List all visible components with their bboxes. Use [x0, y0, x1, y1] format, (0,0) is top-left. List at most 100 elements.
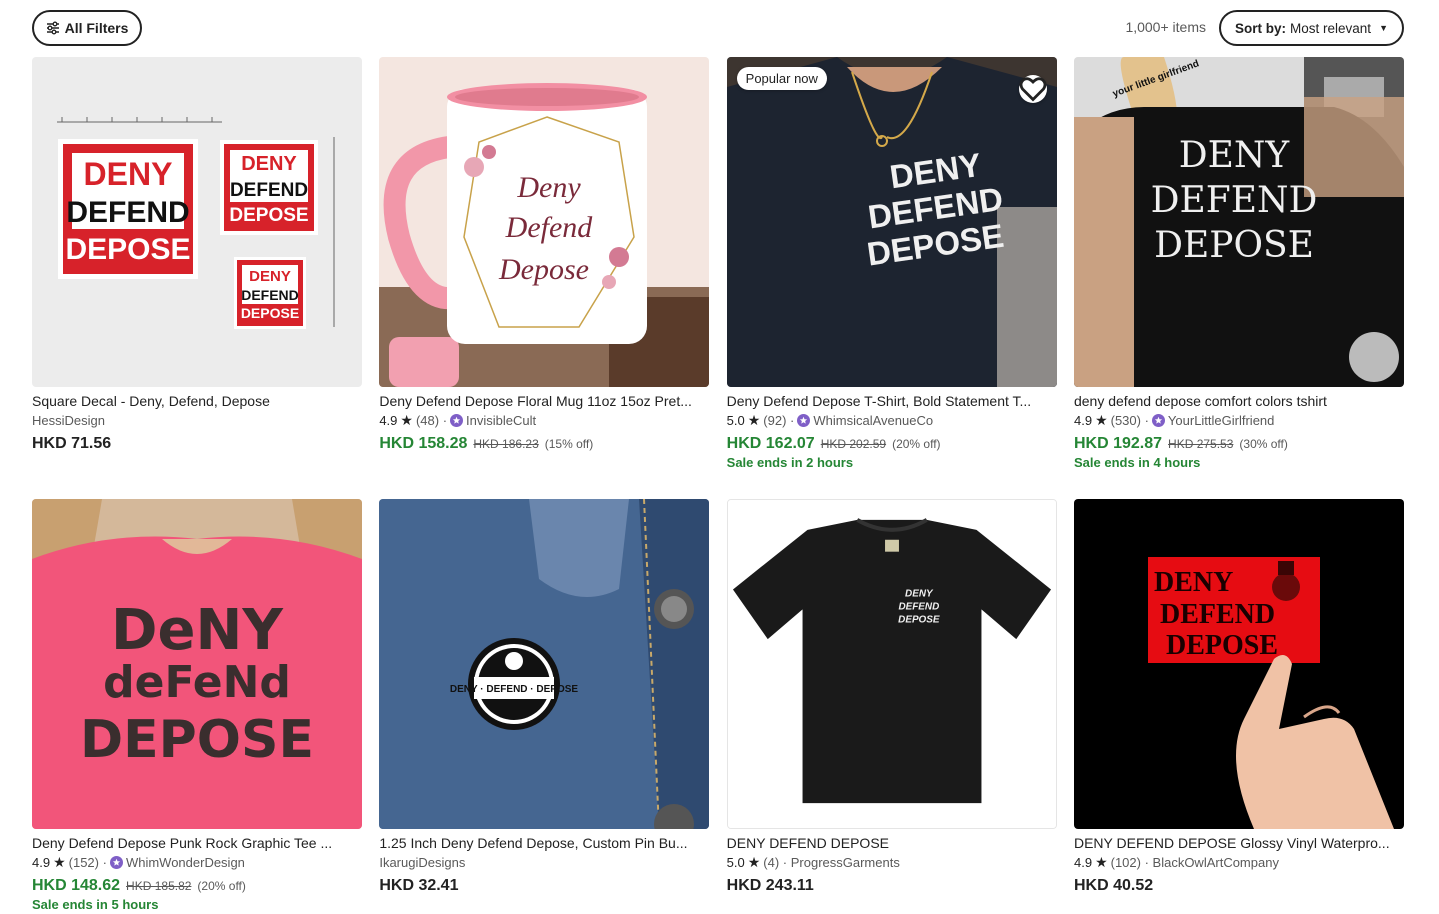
star-icon: ★ — [1095, 854, 1108, 870]
shop-name[interactable]: YourLittleGirlfriend — [1168, 412, 1274, 429]
listing-card[interactable]: DENY DEFEND DEPOSE DENY DEFEND DEPOSE 5.… — [726, 499, 1057, 914]
listing-title[interactable]: 1.25 Inch Deny Defend Depose, Custom Pin… — [379, 834, 709, 852]
sticker-text-2: DEFEND — [1160, 599, 1275, 630]
price-row: HKD 158.28 HKD 186.23 (15% off) — [379, 435, 709, 453]
favorite-heart-icon[interactable] — [1018, 75, 1047, 103]
comfort-text-3: DEPOSE — [1154, 225, 1314, 266]
listing-meta: 4.9 ★ (102) · BlackOwlArtCompany — [1074, 854, 1404, 871]
price: HKD 71.56 — [32, 435, 112, 452]
review-count: (152) · — [68, 855, 107, 870]
price-row: HKD 71.56 — [32, 435, 362, 453]
star-icon: ★ — [747, 854, 761, 870]
listing-grid: DENY DEFEND DEPOSE DENY DEFEND DEPOSE DE… — [32, 57, 1404, 914]
punk-text-2: deFeNd — [103, 657, 291, 708]
svg-text:DEFEND: DEFEND — [241, 287, 299, 303]
review-count: (92) · — [763, 413, 795, 428]
plain-tee-text-3: DEPOSE — [898, 614, 940, 625]
pin-text: DENY · DEFEND · DEPOSE — [450, 684, 578, 695]
listing-card[interactable]: your little girlfriend DENY DEFEND DEPOS… — [1073, 57, 1404, 499]
plain-tee-text-1: DENY — [905, 588, 934, 599]
all-filters-label: All Filters — [64, 20, 129, 36]
all-filters-button[interactable]: All Filters — [32, 10, 142, 46]
price-row: HKD 40.52 — [1074, 877, 1404, 895]
toolbar: All Filters 1,000+ items Sort by: Most r… — [32, 10, 1404, 46]
listing-image[interactable]: DENY · DEFEND · DEPOSE — [379, 499, 710, 829]
sort-value: Most relevant — [1290, 20, 1372, 36]
listing-meta: 4.9 ★ (530) · YourLittleGirlfriend — [1074, 412, 1404, 429]
price-row: HKD 192.87 HKD 275.53 (30% off) — [1074, 435, 1404, 453]
svg-text:DEFEND: DEFEND — [230, 180, 308, 201]
listing-image[interactable]: DeNY deFeNd DEPOSE — [32, 499, 362, 829]
decal-text-1: DENY — [84, 156, 173, 192]
sale-price: HKD 158.28 — [379, 435, 468, 452]
sort-prefix: Sort by: — [1235, 20, 1287, 36]
review-count: (48) · — [415, 413, 448, 428]
price: HKD 40.52 — [1073, 877, 1154, 894]
star-seller-badge-icon — [450, 414, 464, 427]
original-price: HKD 275.53 — [1168, 437, 1234, 451]
filter-sliders-icon — [46, 21, 59, 35]
listing-image[interactable]: DENY DEFEND DEPOSE DENY DEFEND DEPOSE DE… — [32, 57, 362, 387]
review-count-and-shop[interactable]: (4) · ProgressGarments — [763, 854, 900, 871]
shop-name[interactable]: IkarugiDesigns — [379, 854, 465, 871]
punk-text-1: DeNY — [111, 598, 284, 663]
mug-text-3: Depose — [498, 253, 589, 286]
shop-name[interactable]: InvisibleCult — [466, 412, 536, 429]
star-icon: ★ — [53, 854, 66, 870]
listing-card[interactable]: DENY DEFEND DEPOSE Popular now Deny Defe… — [726, 57, 1057, 499]
star-seller-badge-icon — [109, 856, 123, 869]
discount-label: (20% off) — [197, 879, 246, 893]
listing-title[interactable]: Deny Defend Depose Floral Mug 11oz 15oz … — [379, 392, 709, 410]
punk-text-3: DEPOSE — [80, 710, 314, 770]
svg-text:DEPOSE: DEPOSE — [241, 305, 299, 321]
price: HKD 243.11 — [726, 877, 814, 894]
price-row: HKD 162.07 HKD 202.59 (20% off) — [727, 435, 1057, 453]
svg-text:DENY: DENY — [241, 153, 297, 175]
listing-title[interactable]: DENY DEFEND DEPOSE Glossy Vinyl Waterpro… — [1074, 834, 1404, 852]
listing-title[interactable]: Square Decal - Deny, Defend, Depose — [32, 392, 362, 410]
sort-dropdown[interactable]: Sort by: Most relevant ▼ — [1219, 10, 1404, 46]
listing-card[interactable]: Deny Defend Depose Deny Defend Depose Fl… — [379, 57, 710, 499]
listing-title[interactable]: DENY DEFEND DEPOSE — [727, 834, 1057, 852]
original-price: HKD 202.59 — [820, 437, 887, 451]
listing-card[interactable]: DENY DEFEND DEPOSE DENY DEFEND DEPOSE DE… — [32, 57, 362, 499]
discount-label: (15% off) — [544, 437, 594, 451]
sale-ends-label: Sale ends in 5 hours — [32, 897, 159, 912]
discount-label: (30% off) — [1239, 437, 1288, 451]
caret-down-icon: ▼ — [1379, 23, 1388, 33]
rating-value: 4.9 — [379, 413, 398, 428]
sticker-text-3: DEPOSE — [1166, 630, 1278, 661]
original-price: HKD 185.82 — [126, 879, 192, 893]
listing-title[interactable]: deny defend depose comfort colors tshirt — [1074, 392, 1404, 410]
listing-title[interactable]: Deny Defend Depose Punk Rock Graphic Tee… — [32, 834, 362, 852]
star-icon: ★ — [1095, 412, 1108, 428]
sale-ends-label: Sale ends in 4 hours — [1073, 455, 1201, 470]
shop-name[interactable]: HessiDesign — [32, 412, 105, 429]
rating-value: 5.0 — [726, 413, 745, 428]
rating-value: 4.9 — [1073, 413, 1093, 428]
shop-name[interactable]: WhimsicalAvenueCo — [813, 412, 933, 429]
review-count-and-shop[interactable]: (102) · BlackOwlArtCompany — [1111, 854, 1279, 871]
listing-meta: 5.0 ★ (4) · ProgressGarments — [727, 854, 1057, 871]
plain-tee-text-2: DEFEND — [898, 601, 939, 612]
shop-name[interactable]: WhimWonderDesign — [126, 854, 245, 871]
listing-card[interactable]: DENY DEFEND DEPOSE DENY DEFEND DEPOSE Gl… — [1073, 499, 1404, 914]
sale-price: HKD 192.87 — [1073, 435, 1163, 452]
result-count: 1,000+ items — [1125, 19, 1206, 35]
listing-image[interactable]: DENY DEFEND DEPOSE — [1073, 499, 1404, 829]
sale-ends-label: Sale ends in 2 hours — [726, 455, 854, 470]
sticker-text-1: DENY — [1154, 567, 1233, 598]
listing-image[interactable]: DENY DEFEND DEPOSE — [726, 499, 1057, 829]
listing-meta: 4.9 ★ (152) · WhimWonderDesign — [32, 854, 362, 871]
listing-image[interactable]: Deny Defend Depose — [379, 57, 710, 387]
star-seller-badge-icon — [797, 414, 811, 427]
listing-title[interactable]: Deny Defend Depose T-Shirt, Bold Stateme… — [727, 392, 1057, 410]
decal-text-3: DEPOSE — [65, 233, 190, 266]
listing-card[interactable]: DENY · DEFEND · DEPOSE 1.25 Inch Deny De… — [379, 499, 710, 914]
mug-text-2: Defend — [505, 211, 594, 244]
listing-card[interactable]: DeNY deFeNd DEPOSE Deny Defend Depose Pu… — [32, 499, 362, 914]
listing-image[interactable]: your little girlfriend DENY DEFEND DEPOS… — [1073, 57, 1404, 387]
sale-price: HKD 148.62 — [32, 877, 121, 894]
listing-image[interactable]: DENY DEFEND DEPOSE Popular now — [726, 57, 1057, 387]
popular-badge: Popular now — [736, 67, 827, 90]
